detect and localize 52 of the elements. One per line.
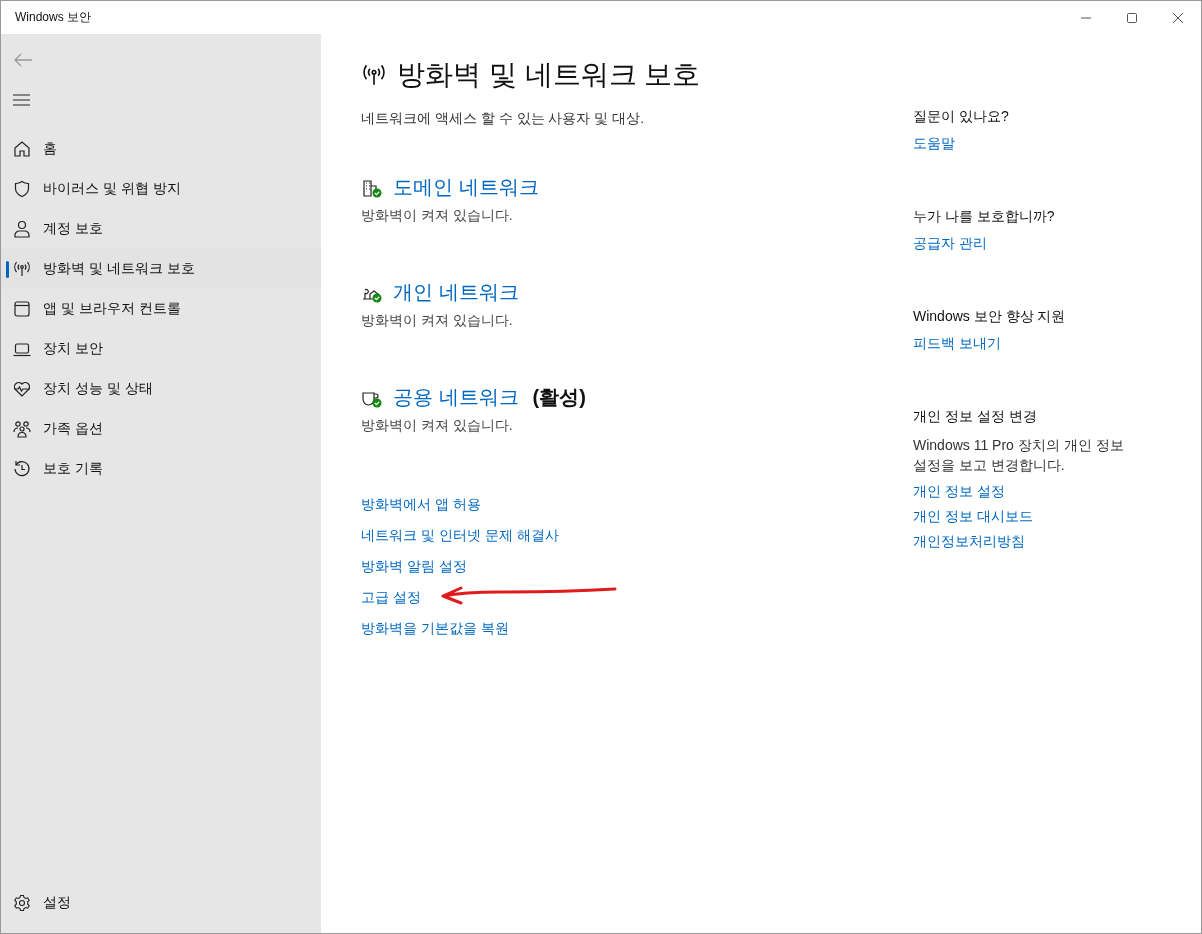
heartbeat-icon: [13, 380, 31, 398]
help-link[interactable]: 개인 정보 설정: [913, 483, 1005, 501]
network-link[interactable]: 공용 네트워크: [393, 384, 519, 411]
section-heading: 개인 정보 설정 변경: [913, 408, 1037, 426]
section-description: Windows 11 Pro 장치의 개인 정보 설정을 보고 변경합니다.: [913, 436, 1125, 475]
section-heading: Windows 보안 향상 지원: [913, 308, 1066, 326]
network-link[interactable]: 도메인 네트워크: [393, 174, 539, 201]
help-link[interactable]: 피드백 보내기: [913, 335, 1001, 353]
firewall-status: 방화벽이 켜져 있습니다.: [361, 207, 514, 225]
sidebar-item[interactable]: 장치 보안: [1, 329, 321, 369]
help-link[interactable]: 도움말: [913, 135, 955, 153]
page-title: 방화벽 및 네트워크 보호: [397, 58, 701, 92]
people-icon: [13, 420, 31, 438]
shield-icon: [13, 180, 31, 198]
close-icon: [1172, 11, 1184, 24]
sidebar-item[interactable]: 가족 옵션: [1, 409, 321, 449]
sidebar-item[interactable]: 바이러스 및 위협 방지: [1, 169, 321, 209]
window-title: Windows 보안: [15, 9, 91, 26]
help-link[interactable]: 개인 정보 대시보드: [913, 508, 1033, 526]
building-check-icon: [361, 177, 383, 198]
page-subtitle: 네트워크에 액세스 할 수 있는 사용자 및 대상.: [361, 110, 646, 128]
person-icon: [13, 220, 31, 238]
help-link[interactable]: 개인정보처리방침: [913, 533, 1025, 551]
active-label: (활성): [532, 385, 586, 410]
sidebar-item[interactable]: 보호 기록: [1, 449, 321, 489]
settings-icon: [13, 894, 31, 912]
laptop-icon: [13, 340, 31, 358]
settings-link[interactable]: 방화벽 알림 설정: [361, 557, 467, 576]
settings-link[interactable]: 고급 설정: [361, 588, 421, 607]
network-link[interactable]: 개인 네트워크: [393, 279, 519, 306]
home-icon: [13, 140, 31, 158]
section-heading: 누가 나를 보호합니까?: [913, 208, 1055, 226]
antenna-icon: [361, 64, 387, 86]
sidebar-item[interactable]: 계정 보호: [1, 209, 321, 249]
selection-indicator: [6, 261, 9, 278]
settings-link[interactable]: 네트워크 및 인터넷 문제 해결사: [361, 526, 559, 545]
settings-item[interactable]: 설정: [1, 883, 321, 923]
maximize-icon: [1126, 11, 1138, 24]
menu-icon: [13, 94, 31, 106]
antenna-icon: [13, 260, 31, 278]
sidebar-item[interactable]: 홈: [1, 129, 321, 169]
firewall-status: 방화벽이 켜져 있습니다.: [361, 312, 514, 330]
settings-link[interactable]: 방화벽에서 앱 허용: [361, 495, 481, 514]
settings-link[interactable]: 방화벽을 기본값을 복원: [361, 619, 509, 638]
help-link[interactable]: 공급자 관리: [913, 235, 987, 253]
window-icon: [13, 300, 31, 318]
sidebar-item[interactable]: 앱 및 브라우저 컨트롤: [1, 289, 321, 329]
back-arrow-icon: [13, 52, 33, 68]
history-icon: [13, 460, 31, 478]
firewall-status: 방화벽이 켜져 있습니다.: [361, 417, 514, 435]
section-heading: 질문이 있나요?: [913, 108, 1009, 126]
sidebar-item[interactable]: 장치 성능 및 상태: [1, 369, 321, 409]
